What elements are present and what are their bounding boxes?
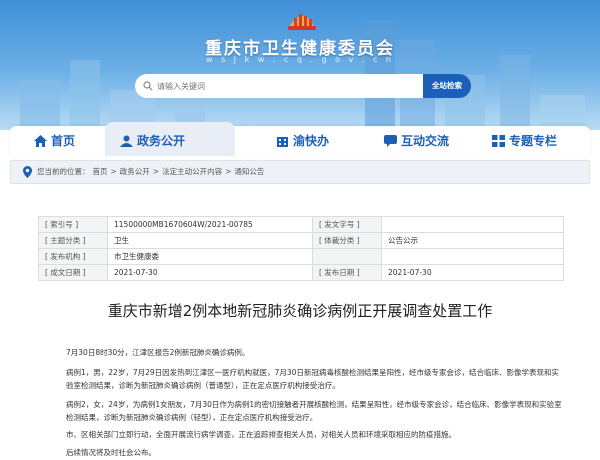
table-key: [ 发布机构 ] <box>38 248 108 265</box>
table-value: 市卫生健康委 <box>107 248 313 265</box>
emblem-logo-icon <box>288 14 316 30</box>
article-paragraph: 市、区相关部门立即行动，全面开展流行病学调查，正在追踪排查相关人员，对相关人员和… <box>66 430 456 439</box>
nav-label: 渝快办 <box>293 134 330 148</box>
article-paragraph: 后续情况将及时社会公布。 <box>66 448 156 457</box>
article-paragraph: 7月30日8时30分，江津区报告2例新冠肺炎确诊病例。 <box>66 348 250 357</box>
table-key: [ 体裁分类 ] <box>312 232 382 249</box>
search-bar: 全站检索 <box>135 74 471 98</box>
location-pin-icon <box>23 166 32 178</box>
table-row: [ 成文日期 ] 2021-07-30 [ 发布日期 ] 2021-07-30 <box>38 264 564 281</box>
table-key: [ 成文日期 ] <box>38 264 108 281</box>
table-key: [ 主题分类 ] <box>38 232 108 249</box>
article-paragraph: 病例1，男，22岁，7月29日因发热到江津区一医疗机构就医，7月30日新冠病毒核… <box>66 368 559 390</box>
breadcrumb-separator: > <box>110 167 117 176</box>
chat-icon <box>384 135 397 147</box>
nav-label: 专题专栏 <box>509 134 558 148</box>
main-nav: 首页 政务公开 渝快办 互动交流 专题专栏 <box>10 122 590 156</box>
table-row: [ 索引号 ] 11500000MB1670604W/2021-00785 [ … <box>38 216 564 233</box>
breadcrumb-separator: > <box>225 167 232 176</box>
table-row: [ 主题分类 ] 卫生 [ 体裁分类 ] 公告公示 <box>38 232 564 249</box>
nav-item-yukuaiban[interactable]: 渝快办 <box>276 126 329 156</box>
document-info-table: [ 索引号 ] 11500000MB1670604W/2021-00785 [ … <box>38 216 564 281</box>
table-value: 2021-07-30 <box>107 264 313 281</box>
table-value: 卫生 <box>107 232 313 249</box>
article-paragraph: 病例2，女，24岁，为病例1女朋友，7月30日作为病例1的密切接触者开展核酸检测… <box>66 400 562 422</box>
table-value <box>381 248 564 265</box>
breadcrumb-item-gov-affairs[interactable]: 政务公开 <box>120 167 150 176</box>
breadcrumb-separator: > <box>152 167 160 176</box>
nav-item-special-topics[interactable]: 专题专栏 <box>492 126 557 156</box>
table-key: [ 发文字号 ] <box>312 216 382 233</box>
table-key: [ 索引号 ] <box>38 216 108 233</box>
breadcrumb-item-notices[interactable]: 通知公告 <box>234 167 264 176</box>
breadcrumb-prefix: 您当前的位置： <box>37 167 90 176</box>
building-icon <box>277 137 288 147</box>
table-key <box>312 248 382 265</box>
home-icon <box>34 135 47 147</box>
table-row: [ 发布机构 ] 市卫生健康委 <box>38 248 564 265</box>
nav-label: 政务公开 <box>137 134 186 148</box>
nav-item-gov-affairs[interactable]: 政务公开 <box>120 126 185 156</box>
site-domain: w s j k w . c q . g o v . c n <box>206 55 394 64</box>
table-value: 11500000MB1670604W/2021-00785 <box>107 216 313 233</box>
breadcrumb-item-statutory[interactable]: 法定主动公开内容 <box>162 167 222 176</box>
table-value: 2021-07-30 <box>381 264 564 281</box>
breadcrumb: 您当前的位置： 首页 > 政务公开 > 法定主动公开内容 > 通知公告 <box>10 160 590 184</box>
site-search-button[interactable]: 全站检索 <box>423 74 471 98</box>
grid-icon <box>492 135 505 147</box>
nav-item-interaction[interactable]: 互动交流 <box>384 126 449 156</box>
breadcrumb-item-home[interactable]: 首页 <box>93 167 108 176</box>
nav-label: 首页 <box>51 134 76 148</box>
search-input[interactable] <box>135 74 427 98</box>
search-icon <box>143 81 153 91</box>
table-value <box>381 216 564 233</box>
table-key: [ 发布日期 ] <box>312 264 382 281</box>
article-title: 重庆市新增2例本地新冠肺炎确诊病例正开展调查处置工作 <box>107 302 493 320</box>
table-value: 公告公示 <box>381 232 564 249</box>
nav-item-home[interactable]: 首页 <box>34 126 75 156</box>
site-header: 重庆市卫生健康委员会 w s j k w . c q . g o v . c n… <box>0 0 600 130</box>
user-icon <box>120 135 133 147</box>
nav-label: 互动交流 <box>401 134 450 148</box>
